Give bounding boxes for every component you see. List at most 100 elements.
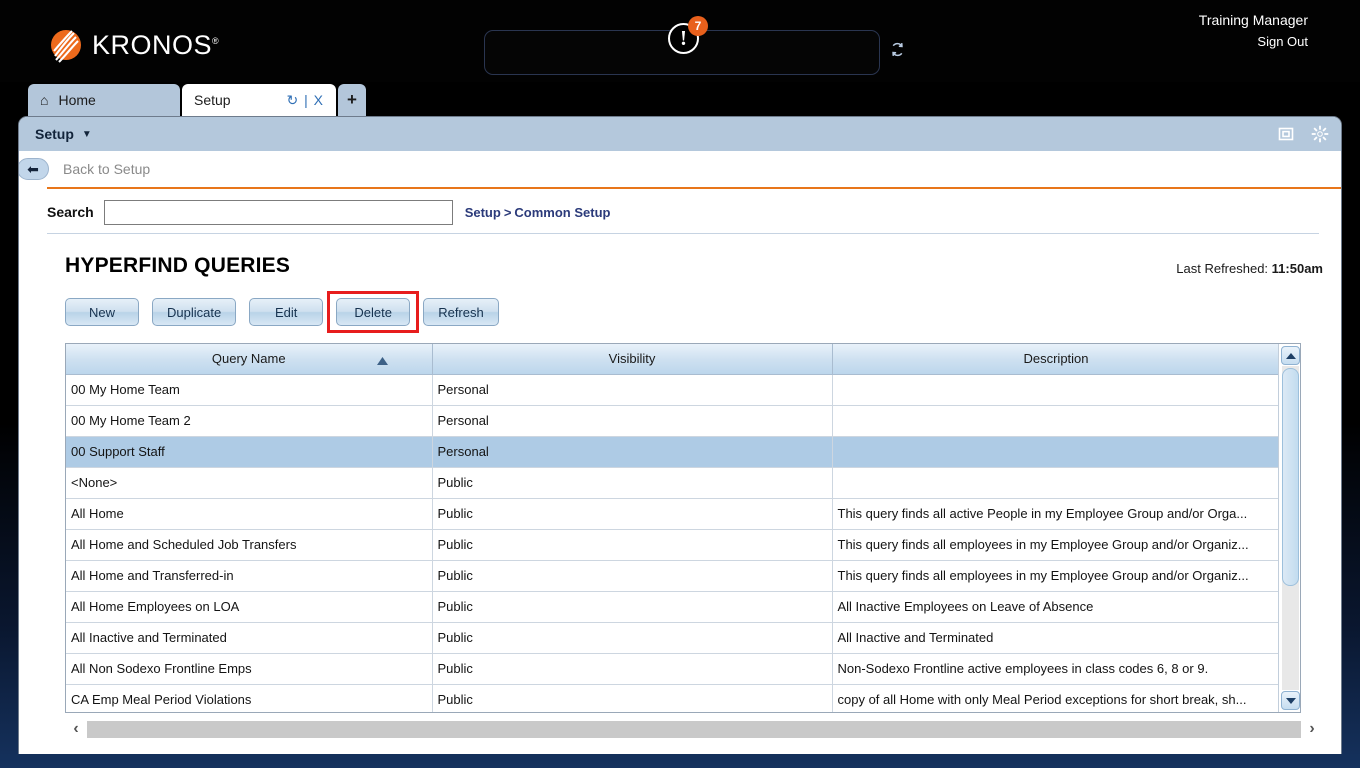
- page-title: HYPERFIND QUERIES: [65, 254, 291, 277]
- breadcrumb-separator: >: [503, 204, 512, 220]
- breadcrumb-current[interactable]: Common Setup: [514, 205, 610, 220]
- cell-description: This query finds all active People in my…: [832, 498, 1281, 530]
- cell-visibility: Public: [432, 467, 833, 499]
- refresh-icon[interactable]: [889, 41, 906, 62]
- cell-name: CA Emp Meal Period Violations: [66, 684, 433, 712]
- cell-description: copy of all Home with only Meal Period e…: [832, 684, 1281, 712]
- table-row[interactable]: CA Emp Meal Period Violations Public copy …: [66, 684, 1281, 712]
- table-row[interactable]: 00 My Home Team 2 Personal: [66, 405, 1281, 437]
- cell-visibility: Public: [432, 498, 833, 530]
- home-icon: ⌂: [40, 92, 49, 108]
- table-header-row: Query Name Visibility Description: [66, 344, 1281, 375]
- horizontal-scrollbar[interactable]: ‹ ›: [65, 718, 1323, 740]
- horizontal-scroll-track[interactable]: [87, 720, 1301, 738]
- table-row[interactable]: <None> Public: [66, 467, 1281, 499]
- column-header-query-name[interactable]: Query Name: [66, 344, 433, 375]
- table-row[interactable]: All Home Employees on LOA Public All Inact…: [66, 591, 1281, 623]
- new-button[interactable]: New: [65, 298, 139, 326]
- maximize-icon[interactable]: [1273, 121, 1299, 147]
- sign-out-link[interactable]: Sign Out: [1199, 34, 1308, 49]
- cell-description: This query finds all employees in my Emp…: [832, 560, 1281, 592]
- tab-strip: ⌂ Home Setup ↻ | X +: [0, 84, 1360, 116]
- search-label: Search: [47, 204, 94, 220]
- cell-visibility: Personal: [432, 374, 833, 406]
- cell-visibility: Public: [432, 560, 833, 592]
- alert-notification[interactable]: ! 7: [663, 16, 713, 58]
- orange-divider: [47, 187, 1341, 189]
- action-toolbar: New Duplicate Edit Delete Refresh: [65, 291, 499, 333]
- cell-description: [832, 436, 1281, 468]
- cell-visibility: Public: [432, 529, 833, 561]
- back-to-setup-label[interactable]: Back to Setup: [63, 161, 150, 177]
- tab-setup-label: Setup: [194, 92, 231, 108]
- column-header-query-name-label: Query Name: [211, 351, 286, 367]
- hyperfind-queries-grid: Query Name Visibility Description 00 My …: [65, 343, 1301, 713]
- tab-close-icon[interactable]: X: [314, 92, 324, 108]
- kronos-wordmark: KRONOS®: [92, 29, 220, 60]
- scroll-down-icon[interactable]: [1281, 691, 1300, 710]
- scroll-left-icon[interactable]: ‹: [65, 720, 87, 738]
- column-header-description[interactable]: Description: [832, 344, 1281, 375]
- back-arrow-icon[interactable]: ⬅: [19, 158, 49, 180]
- column-header-visibility-label: Visibility: [608, 351, 656, 367]
- global-header: KRONOS® ! 7 Training Manager Sign Out: [0, 0, 1360, 82]
- cell-name: 00 My Home Team 2: [66, 405, 433, 437]
- column-header-visibility[interactable]: Visibility: [432, 344, 833, 375]
- back-bar: ⬅ Back to Setup: [19, 151, 1341, 187]
- alert-count-badge: 7: [688, 16, 708, 36]
- thin-divider: [47, 233, 1319, 234]
- delete-button[interactable]: Delete: [336, 298, 411, 326]
- edit-button[interactable]: Edit: [249, 298, 324, 326]
- cell-visibility: Public: [432, 684, 833, 712]
- last-refreshed-label: Last Refreshed:: [1176, 261, 1269, 276]
- breadcrumb-root[interactable]: Setup: [465, 205, 501, 220]
- tab-refresh-icon[interactable]: ↻: [287, 92, 300, 109]
- cell-visibility: Personal: [432, 405, 833, 437]
- table-row[interactable]: All Home and Scheduled Job Transfers Publ…: [66, 529, 1281, 561]
- add-tab-button[interactable]: +: [338, 84, 366, 116]
- cell-name: All Home: [66, 498, 433, 530]
- application-root: KRONOS® ! 7 Training Manager Sign Out ⌂ …: [0, 0, 1360, 768]
- cell-description: All Inactive and Terminated: [832, 622, 1281, 654]
- chevron-down-icon[interactable]: ▼: [82, 129, 92, 140]
- refresh-button[interactable]: Refresh: [423, 298, 499, 326]
- search-input[interactable]: [103, 199, 453, 225]
- cell-name: All Non Sodexo Frontline Emps: [66, 653, 433, 685]
- kronos-logo[interactable]: KRONOS®: [47, 26, 219, 64]
- table-row[interactable]: All Home and Transferred-in Public This qu…: [66, 560, 1281, 592]
- vertical-scroll-thumb[interactable]: [1282, 368, 1299, 586]
- cell-name: All Home and Transferred-in: [66, 560, 433, 592]
- last-refreshed: Last Refreshed: 11:50am: [1176, 261, 1323, 276]
- cell-name: <None>: [66, 467, 433, 499]
- table-row[interactable]: All Non Sodexo Frontline Emps Public Non-S…: [66, 653, 1281, 685]
- table-row[interactable]: 00 Support Staff Personal: [66, 436, 1281, 468]
- vertical-scrollbar[interactable]: [1278, 344, 1300, 712]
- tab-home[interactable]: ⌂ Home: [28, 84, 180, 116]
- kronos-logo-text: KRONOS: [92, 29, 213, 60]
- cell-name: 00 My Home Team: [66, 374, 433, 406]
- panel-title: Setup: [35, 126, 74, 142]
- cell-name: All Home and Scheduled Job Transfers: [66, 529, 433, 561]
- tab-home-label: Home: [58, 92, 96, 108]
- cell-description: [832, 374, 1281, 406]
- tab-setup[interactable]: Setup ↻ | X: [182, 84, 336, 116]
- cell-visibility: Public: [432, 591, 833, 623]
- setup-panel: Setup ▼ ⬅ Back to Setup Search Setup > C…: [18, 116, 1342, 754]
- search-row: Search Setup > Common Setup: [19, 191, 1341, 233]
- gear-icon[interactable]: [1307, 121, 1333, 147]
- cell-name: All Home Employees on LOA: [66, 591, 433, 623]
- cell-description: [832, 405, 1281, 437]
- scroll-up-icon[interactable]: [1281, 346, 1300, 365]
- table-row[interactable]: 00 My Home Team Personal: [66, 374, 1281, 406]
- scroll-right-icon[interactable]: ›: [1301, 720, 1323, 738]
- cell-name: All Inactive and Terminated: [66, 622, 433, 654]
- table-row[interactable]: All Home Public This query finds all activ…: [66, 498, 1281, 530]
- queries-table: Query Name Visibility Description 00 My …: [66, 344, 1281, 712]
- cell-description: All Inactive Employees on Leave of Absen…: [832, 591, 1281, 623]
- panel-bottom-strip: [19, 746, 1341, 754]
- duplicate-button[interactable]: Duplicate: [152, 298, 237, 326]
- panel-title-bar: Setup ▼: [19, 117, 1341, 151]
- cell-visibility: Personal: [432, 436, 833, 468]
- highlight-box-delete: Delete: [327, 291, 420, 333]
- table-row[interactable]: All Inactive and Terminated Public All Ina…: [66, 622, 1281, 654]
